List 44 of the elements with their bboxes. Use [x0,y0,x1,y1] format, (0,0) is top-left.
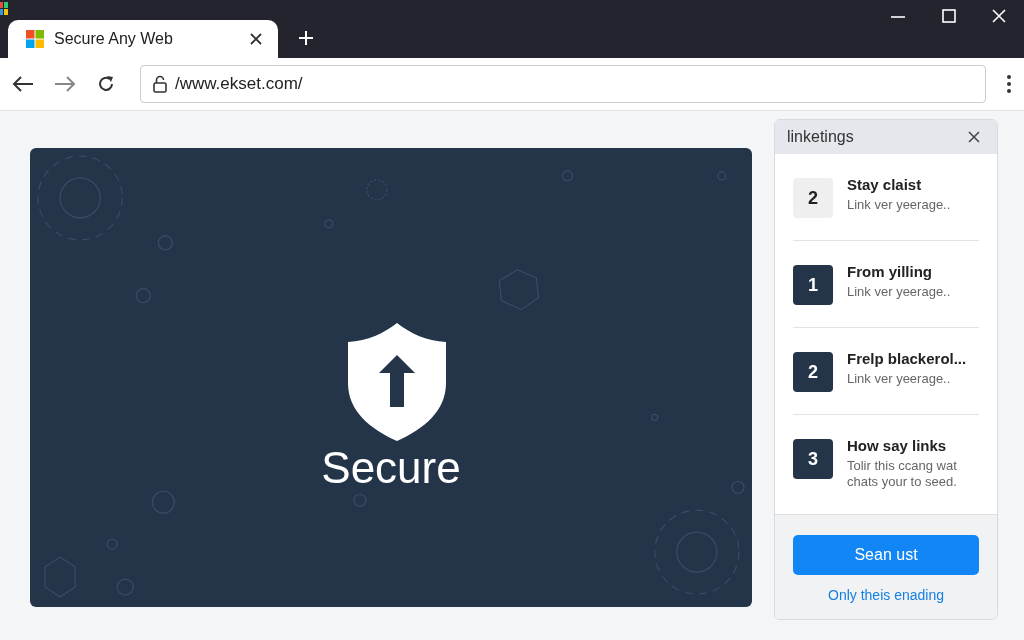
reload-icon[interactable] [96,74,116,94]
item-title: Frelp blackerol... [847,350,967,367]
hexagon-ornament [44,556,76,598]
address-bar[interactable]: /www.ekset.com/ [140,65,986,103]
step-number: 2 [793,178,833,218]
circle-ornament [324,219,334,229]
back-icon[interactable] [12,75,34,93]
circle-ornament [157,235,173,251]
circle-ornament [366,179,388,201]
step-number: 3 [793,439,833,479]
new-tab-icon[interactable] [298,30,314,46]
circle-ornament [651,413,659,421]
maximize-icon[interactable] [942,9,956,23]
circle-ornament [717,171,727,181]
circle-ornament [135,288,151,304]
item-title: Stay claist [847,176,923,193]
item-description: Link ver yeerage.. [847,197,951,213]
footer-link[interactable]: Only theis enading [828,587,944,603]
circle-ornament [731,480,745,494]
circle-ornament [116,578,134,596]
circle-ornament [561,170,574,182]
close-icon[interactable] [250,33,262,45]
step-number: 2 [793,352,833,392]
shield-icon [348,323,446,441]
menu-icon[interactable] [1006,74,1012,94]
circle-ornament [353,493,367,507]
item-description: Link ver yeerage.. [847,284,951,300]
browser-tab[interactable]: Secure Any Web [8,20,278,58]
item-description: Tolir this ccang wat chats your to seed. [847,458,958,490]
forward-icon[interactable] [54,75,76,93]
hero-title: Secure [321,443,461,493]
step-number: 1 [793,265,833,305]
circle-ornament [151,490,175,514]
item-description: Link ver yeerage.. [847,371,952,387]
item-title: From yilling [847,263,933,280]
primary-button[interactable]: Sean ust [793,535,979,575]
panel-title: linketings [787,128,854,146]
circle-ornament [106,538,118,550]
item-title: How say links [847,437,948,454]
hexagon-ornament [498,269,540,311]
close-icon[interactable] [968,131,980,143]
site-logo-icon [26,30,44,48]
app-logo-icon [0,2,8,16]
lock-icon [153,75,167,93]
